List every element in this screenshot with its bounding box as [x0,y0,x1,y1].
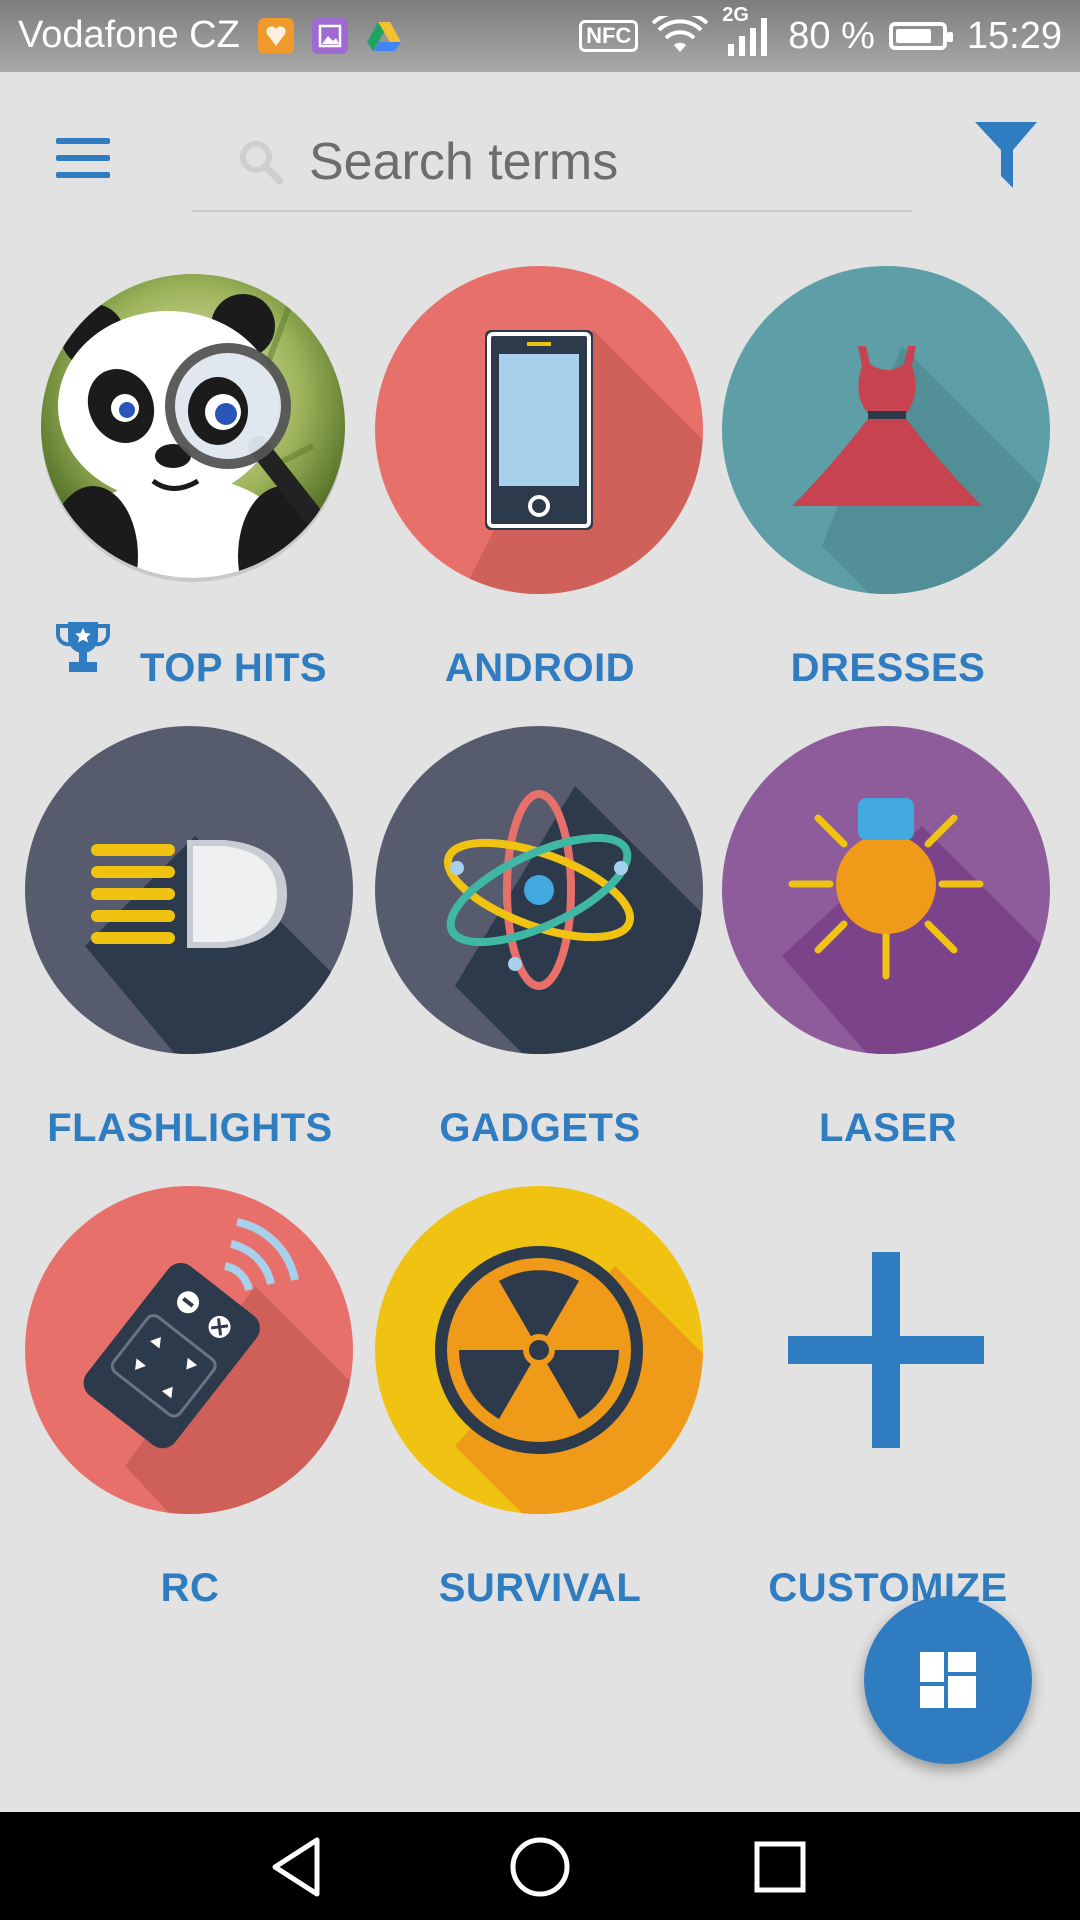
category-dresses[interactable]: DRESSES [722,266,1062,726]
status-bar: Vodafone CZ NFC 2G 80 % 15:29 [0,0,1080,72]
signal-icon: 2G [722,4,774,58]
home-icon[interactable] [505,1832,575,1902]
search-bar [192,120,912,212]
battery-icon [888,22,953,50]
category-label: RC [160,1566,220,1610]
category-rc[interactable]: RC [20,1186,360,1646]
category-survival[interactable]: SURVIVAL [370,1186,710,1646]
category-label: GADGETS [439,1106,641,1150]
carrier-name: Vodafone CZ [18,14,240,56]
remote-control-icon [25,1186,353,1514]
radiation-icon [375,1186,703,1514]
hamburger-menu-icon[interactable] [56,138,110,178]
recents-icon[interactable] [745,1832,815,1902]
search-input[interactable] [307,126,901,198]
dress-icon [722,266,1050,594]
clock: 15:29 [966,14,1062,57]
category-android[interactable]: ANDROID [370,266,710,726]
category-top-hits[interactable]: TOP HITS [28,266,368,726]
category-laser[interactable]: LASER [722,726,1062,1186]
dashboard-icon [920,1652,976,1708]
category-customize[interactable]: CUSTOMIZE [722,1186,1062,1646]
navigation-bar [0,1812,1080,1920]
status-right: NFC 2G 80 % 15:29 [579,4,1062,58]
wifi-icon [652,16,709,52]
plus-icon [788,1252,984,1448]
back-icon[interactable] [265,1832,335,1902]
flashlight-icon [25,726,353,1054]
category-gadgets[interactable]: GADGETS [370,726,710,1186]
category-label: FLASHLIGHTS [47,1106,333,1150]
category-label: SURVIVAL [438,1566,642,1610]
smartphone-icon [375,266,703,594]
nfc-icon: NFC [579,20,639,52]
drive-icon [366,18,402,54]
panda-magnifier-icon [41,274,345,582]
battery-percent: 80 % [788,14,875,57]
category-label: ANDROID [444,646,636,690]
gallery-icon [312,18,348,54]
category-label: DRESSES [790,646,986,690]
category-flashlights[interactable]: FLASHLIGHTS [20,726,360,1186]
dashboard-fab-button[interactable] [864,1596,1032,1764]
category-label: LASER [818,1106,958,1150]
search-icon [240,141,284,185]
photo-app-icon [258,18,294,54]
filter-icon[interactable] [975,122,1037,188]
category-label: TOP HITS [140,646,328,690]
atom-icon [375,726,703,1054]
laser-sun-icon [722,726,1050,1054]
